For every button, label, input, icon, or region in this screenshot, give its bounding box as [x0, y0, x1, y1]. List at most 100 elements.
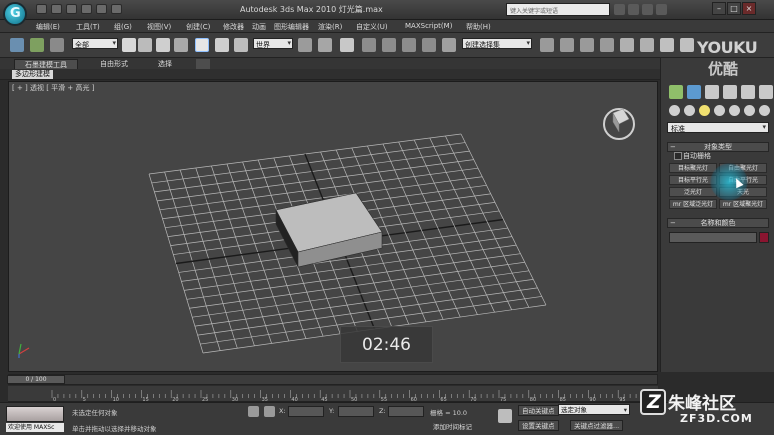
minimize-button[interactable]: –: [712, 2, 726, 15]
name-color-rollout[interactable]: 名称和颜色: [667, 218, 769, 228]
menu-modifiers[interactable]: 修改器: [223, 22, 244, 32]
render-setup-icon[interactable]: [680, 38, 694, 52]
ribbon-expand-icon[interactable]: [196, 59, 210, 69]
select-move-icon[interactable]: [195, 38, 209, 52]
category-dropdown[interactable]: 标准: [667, 122, 769, 133]
graphite-toggle-icon[interactable]: [600, 38, 614, 52]
select-manipulate-icon[interactable]: [318, 38, 332, 52]
menu-group[interactable]: 组(G): [114, 22, 132, 32]
modify-tab-icon[interactable]: [687, 85, 701, 99]
utilities-tab-icon[interactable]: [759, 85, 773, 99]
menu-animation[interactable]: 动画: [252, 22, 266, 32]
material-editor-icon[interactable]: [660, 38, 674, 52]
select-link-icon[interactable]: [30, 38, 44, 52]
set-key-icon[interactable]: [498, 409, 512, 423]
tab-graphite-modeling[interactable]: 石墨建模工具: [14, 59, 78, 69]
key-filters-button[interactable]: 关键点过滤器...: [570, 420, 624, 431]
undo-icon[interactable]: [81, 4, 92, 14]
x-coordinate-field[interactable]: [288, 406, 324, 417]
spacewarps-icon[interactable]: [744, 105, 755, 116]
edit-named-selection-icon[interactable]: [442, 38, 456, 52]
shapes-icon[interactable]: [684, 105, 695, 116]
schematic-view-icon[interactable]: [640, 38, 654, 52]
spinner-snap-icon[interactable]: [422, 38, 436, 52]
close-button[interactable]: ×: [742, 2, 756, 15]
select-by-name-icon[interactable]: [138, 38, 152, 52]
time-slider[interactable]: [8, 374, 658, 385]
search-input[interactable]: 键入关键字或短语: [506, 3, 610, 16]
menu-tools[interactable]: 工具(T): [76, 22, 100, 32]
absolute-mode-icon[interactable]: [264, 406, 275, 417]
geometry-icon[interactable]: [669, 105, 680, 116]
z-coordinate-field[interactable]: [388, 406, 424, 417]
tab-freeform[interactable]: 自由形式: [96, 59, 132, 69]
align-icon[interactable]: [560, 38, 574, 52]
pivot-center-icon[interactable]: [298, 38, 312, 52]
select-object-icon[interactable]: [122, 38, 136, 52]
perspective-viewport[interactable]: [ + ] 透视 [ 平滑 + 高光 ]: [8, 81, 658, 372]
object-color-swatch[interactable]: [759, 232, 769, 243]
time-slider-thumb[interactable]: 0 / 100: [7, 375, 65, 384]
target-spot-button[interactable]: 目标聚光灯: [669, 163, 717, 173]
menu-create[interactable]: 创建(C): [186, 22, 210, 32]
maxscript-listener[interactable]: [6, 406, 64, 422]
select-rotate-icon[interactable]: [215, 38, 229, 52]
viewport-label[interactable]: [ + ] 透视 [ 平滑 + 高光 ]: [12, 83, 94, 93]
display-tab-icon[interactable]: [741, 85, 755, 99]
selection-filter-dropdown[interactable]: 全部: [72, 38, 118, 49]
menu-views[interactable]: 视图(V): [147, 22, 171, 32]
save-file-icon[interactable]: [66, 4, 77, 14]
project-folder-icon[interactable]: [111, 4, 122, 14]
maximize-button[interactable]: □: [727, 2, 741, 15]
rectangle-selection-icon[interactable]: [156, 38, 170, 52]
polygon-modeling-button[interactable]: 多边形建模: [12, 70, 53, 79]
omni-button[interactable]: 泛光灯: [669, 187, 717, 197]
lights-icon[interactable]: [699, 105, 710, 116]
menu-edit[interactable]: 编辑(E): [36, 22, 60, 32]
percent-snap-icon[interactable]: [402, 38, 416, 52]
maxscript-mini-listener[interactable]: 欢迎使用 MAXSc: [6, 423, 64, 432]
reference-coord-dropdown[interactable]: 世界: [253, 38, 293, 49]
undo-tool-icon[interactable]: [10, 38, 24, 52]
y-coordinate-field[interactable]: [338, 406, 374, 417]
menu-maxscript[interactable]: MAXScript(M): [405, 22, 452, 30]
open-file-icon[interactable]: [51, 4, 62, 14]
bind-spacewarp-icon[interactable]: [50, 38, 64, 52]
new-file-icon[interactable]: [36, 4, 47, 14]
mr-area-omni-button[interactable]: mr 区域泛光灯: [669, 199, 717, 209]
window-crossing-icon[interactable]: [174, 38, 188, 52]
keyboard-shortcut-icon[interactable]: [340, 38, 354, 52]
systems-icon[interactable]: [759, 105, 770, 116]
redo-icon[interactable]: [96, 4, 107, 14]
select-scale-icon[interactable]: [234, 38, 248, 52]
menu-graph-editors[interactable]: 图形编辑器: [274, 22, 309, 32]
set-key-button[interactable]: 设置关键点: [518, 420, 559, 431]
app-logo-icon[interactable]: [3, 2, 27, 26]
auto-grid-checkbox[interactable]: 自动栅格: [674, 151, 711, 161]
mirror-icon[interactable]: [540, 38, 554, 52]
track-bar[interactable]: 0510152025303540455055606570758085909510…: [8, 386, 658, 402]
curve-editor-icon[interactable]: [620, 38, 634, 52]
layer-manager-icon[interactable]: [580, 38, 594, 52]
add-time-tag-button[interactable]: 添加时间标记: [430, 422, 475, 433]
key-selection-dropdown[interactable]: 选定对象: [558, 404, 630, 415]
object-name-field[interactable]: [669, 232, 757, 243]
lock-selection-icon[interactable]: [248, 406, 259, 417]
auto-key-button[interactable]: 自动关键点: [518, 405, 559, 416]
communication-center-icon[interactable]: [628, 4, 639, 15]
menu-rendering[interactable]: 渲染(R): [318, 22, 342, 32]
menu-customize[interactable]: 自定义(U): [356, 22, 388, 32]
menu-help[interactable]: 帮助(H): [466, 22, 491, 32]
search-icon[interactable]: [614, 4, 625, 15]
snaps-toggle-icon[interactable]: [362, 38, 376, 52]
help-icon[interactable]: [656, 4, 667, 15]
favorites-star-icon[interactable]: [642, 4, 653, 15]
motion-tab-icon[interactable]: [723, 85, 737, 99]
angle-snap-icon[interactable]: [382, 38, 396, 52]
named-selection-dropdown[interactable]: 创建选择集: [462, 38, 532, 49]
create-tab-icon[interactable]: [669, 85, 683, 99]
cameras-icon[interactable]: [714, 105, 725, 116]
helpers-icon[interactable]: [729, 105, 740, 116]
tab-selection[interactable]: 选择: [154, 59, 176, 69]
hierarchy-tab-icon[interactable]: [705, 85, 719, 99]
